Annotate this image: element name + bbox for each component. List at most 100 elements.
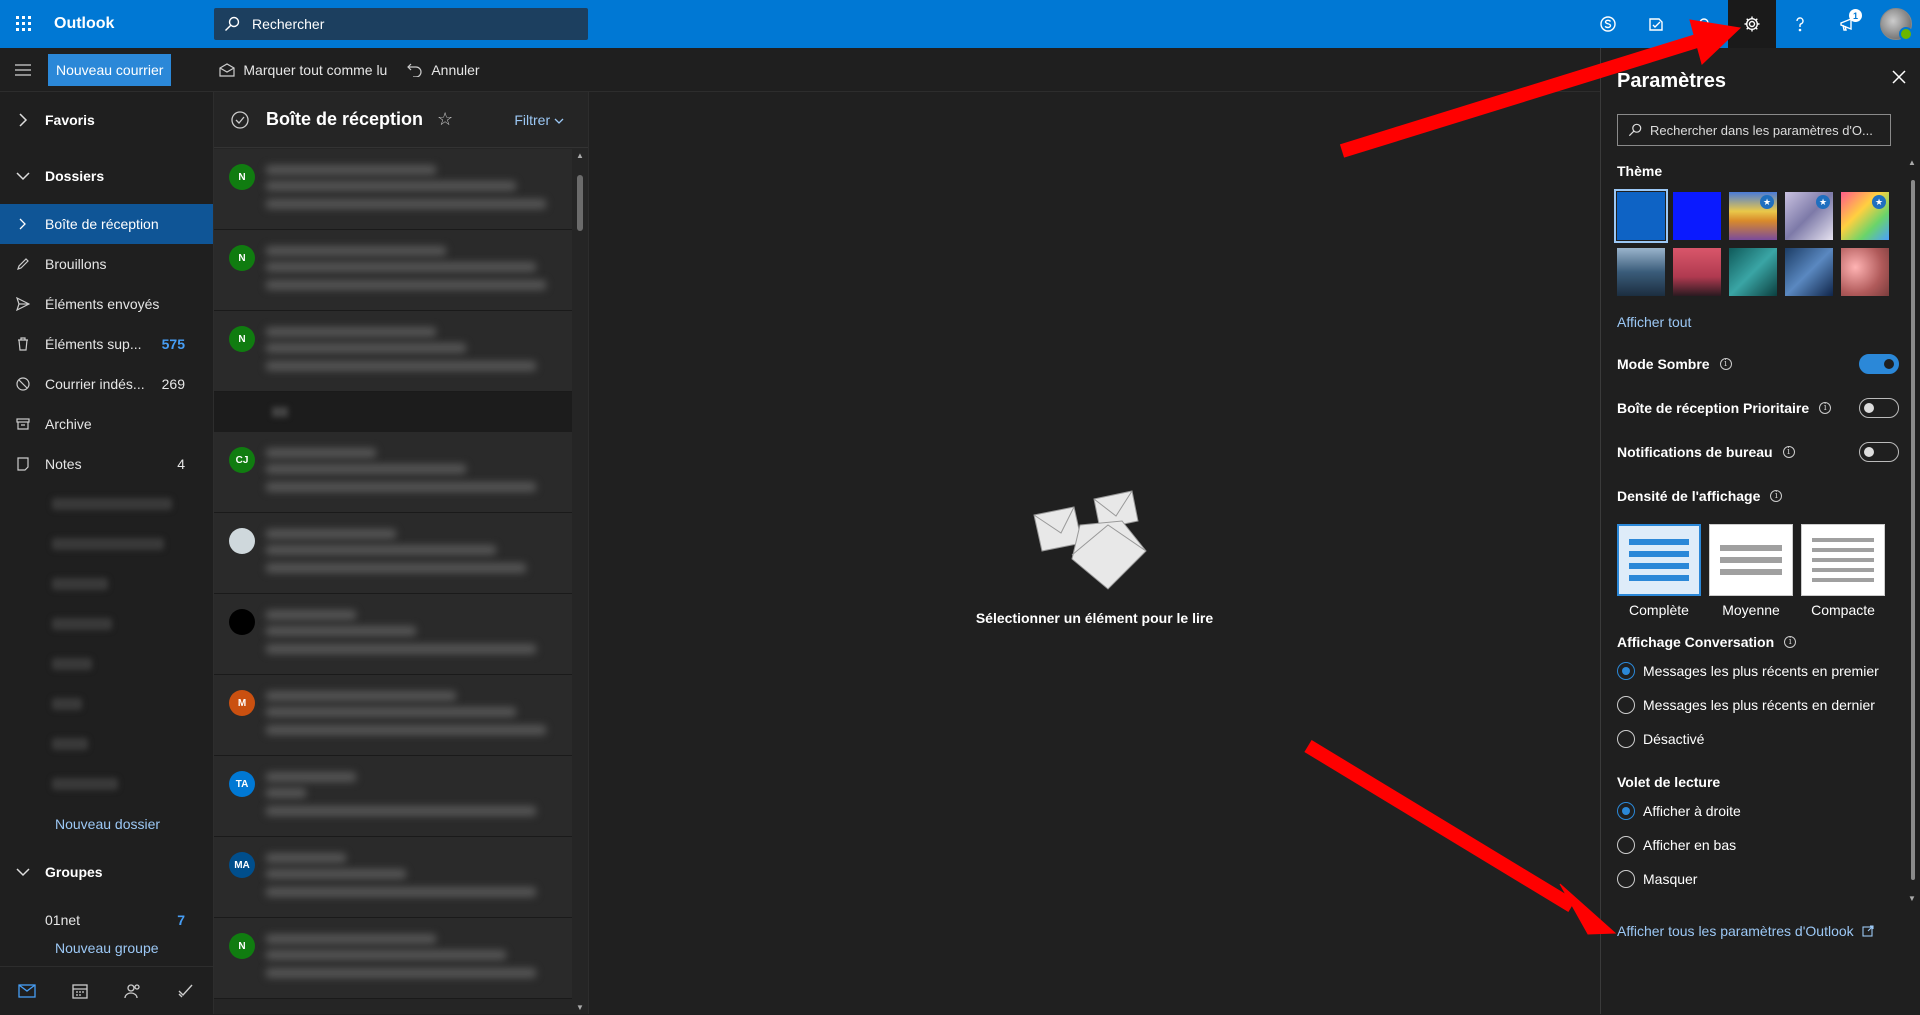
bell-icon[interactable] bbox=[1680, 0, 1728, 48]
theme-swatch[interactable] bbox=[1841, 248, 1889, 296]
reading-pane-option[interactable]: Afficher en bas bbox=[1617, 828, 1899, 862]
favorites-header[interactable]: Favoris bbox=[0, 92, 213, 148]
info-icon[interactable]: i bbox=[1784, 636, 1797, 648]
folder-item[interactable] bbox=[0, 644, 213, 684]
desktop-notifications-toggle[interactable] bbox=[1859, 442, 1899, 462]
settings-search-input[interactable]: Rechercher dans les paramètres d'O... bbox=[1617, 114, 1891, 146]
folder-inbox[interactable]: Boîte de réception bbox=[0, 204, 213, 244]
radio[interactable] bbox=[1617, 870, 1635, 888]
close-icon[interactable] bbox=[1892, 70, 1906, 89]
list-scrollbar[interactable]: ▲ ▼ bbox=[572, 149, 588, 1014]
folder-deleted[interactable]: Éléments sup... 575 bbox=[0, 324, 213, 364]
search-input[interactable]: Rechercher bbox=[214, 8, 588, 40]
radio[interactable] bbox=[1617, 836, 1635, 854]
avatar: CJ bbox=[229, 447, 255, 473]
list-item[interactable]: TA bbox=[214, 756, 572, 837]
theme-swatch[interactable] bbox=[1785, 248, 1833, 296]
select-all-icon[interactable] bbox=[214, 110, 266, 129]
show-all-themes-link[interactable]: Afficher tout bbox=[1617, 314, 1899, 330]
mark-all-read-button[interactable]: Marquer tout comme lu bbox=[219, 62, 387, 78]
conversation-option[interactable]: Désactivé bbox=[1617, 722, 1899, 756]
density-option-medium[interactable]: Moyenne bbox=[1709, 524, 1793, 618]
folder-item[interactable] bbox=[0, 684, 213, 724]
list-item[interactable] bbox=[214, 513, 572, 594]
folder-junk[interactable]: Courrier indés... 269 bbox=[0, 364, 213, 404]
envelopes-illustration bbox=[1033, 490, 1147, 590]
notes-icon bbox=[0, 457, 45, 471]
gear-icon[interactable] bbox=[1728, 0, 1776, 48]
list-item[interactable]: N bbox=[214, 149, 572, 230]
info-icon[interactable]: i bbox=[1819, 402, 1832, 414]
star-icon[interactable]: ☆ bbox=[437, 109, 453, 130]
list-item[interactable]: N bbox=[214, 230, 572, 311]
dark-mode-toggle[interactable] bbox=[1859, 354, 1899, 374]
filter-button[interactable]: Filtrer bbox=[514, 112, 564, 128]
tasks-icon[interactable] bbox=[159, 967, 212, 1015]
group-item[interactable]: 01net 7 bbox=[0, 900, 213, 940]
mail-icon[interactable] bbox=[0, 967, 53, 1015]
theme-swatch[interactable] bbox=[1614, 189, 1668, 243]
density-option-full[interactable]: Complète bbox=[1617, 524, 1701, 618]
list-item[interactable]: M bbox=[214, 675, 572, 756]
list-title: Boîte de réception bbox=[266, 109, 424, 129]
new-mail-button[interactable]: Nouveau courrier bbox=[48, 53, 172, 86]
focused-inbox-toggle[interactable] bbox=[1859, 398, 1899, 418]
folder-item[interactable] bbox=[0, 524, 213, 564]
folder-item[interactable] bbox=[0, 724, 213, 764]
todo-icon[interactable] bbox=[1632, 0, 1680, 48]
list-item[interactable]: N bbox=[214, 918, 572, 999]
folder-notes[interactable]: Notes 4 bbox=[0, 444, 213, 484]
theme-swatch[interactable] bbox=[1729, 248, 1777, 296]
undo-button[interactable]: Annuler bbox=[407, 62, 480, 78]
list-item[interactable]: CJ bbox=[214, 432, 572, 513]
conversation-option[interactable]: Messages les plus récents en dernier bbox=[1617, 688, 1899, 722]
folder-item[interactable] bbox=[0, 604, 213, 644]
list-item[interactable]: N bbox=[214, 311, 572, 392]
theme-swatch[interactable] bbox=[1673, 248, 1721, 296]
folder-sent[interactable]: Éléments envoyés bbox=[0, 284, 213, 324]
new-group-link[interactable]: Nouveau groupe bbox=[0, 940, 213, 960]
people-icon[interactable] bbox=[106, 967, 159, 1015]
folders-header[interactable]: Dossiers bbox=[0, 148, 213, 204]
theme-swatch[interactable]: ★ bbox=[1841, 192, 1889, 240]
radio-selected[interactable] bbox=[1617, 662, 1635, 680]
theme-swatch[interactable]: ★ bbox=[1785, 192, 1833, 240]
density-option-compact[interactable]: Compacte bbox=[1801, 524, 1885, 618]
list-item[interactable] bbox=[214, 594, 572, 675]
theme-swatch[interactable]: ★ bbox=[1729, 192, 1777, 240]
avatar[interactable] bbox=[1872, 0, 1920, 48]
feedback-icon[interactable]: 1 bbox=[1824, 0, 1872, 48]
reading-pane-option[interactable]: Afficher à droite bbox=[1617, 794, 1899, 828]
list-item[interactable]: MA bbox=[214, 837, 572, 918]
help-icon[interactable] bbox=[1776, 0, 1824, 48]
folder-drafts[interactable]: Brouillons bbox=[0, 244, 213, 284]
radio[interactable] bbox=[1617, 696, 1635, 714]
info-icon[interactable]: i bbox=[1782, 446, 1795, 458]
radio-selected[interactable] bbox=[1617, 802, 1635, 820]
conversation-option[interactable]: Messages les plus récents en premier bbox=[1617, 654, 1899, 688]
folder-item[interactable] bbox=[0, 484, 213, 524]
groups-header[interactable]: Groupes bbox=[0, 844, 213, 900]
block-icon bbox=[0, 377, 45, 391]
info-icon[interactable]: i bbox=[1770, 490, 1783, 502]
folder-item[interactable] bbox=[0, 764, 213, 804]
conversation-row: Affichage Conversation i bbox=[1617, 630, 1899, 654]
hamburger-icon[interactable] bbox=[0, 48, 46, 92]
desktop-notifications-row: Notifications de bureau i bbox=[1617, 440, 1899, 464]
skype-icon[interactable] bbox=[1584, 0, 1632, 48]
folder-archive[interactable]: Archive bbox=[0, 404, 213, 444]
reading-pane-option[interactable]: Masquer bbox=[1617, 862, 1899, 896]
theme-swatch[interactable] bbox=[1673, 192, 1721, 240]
all-settings-link[interactable]: Afficher tous les paramètres d'Outlook bbox=[1617, 923, 1874, 939]
info-icon[interactable]: i bbox=[1719, 358, 1732, 370]
app-launcher-icon[interactable] bbox=[0, 0, 48, 48]
settings-scrollbar[interactable]: ▲ ▼ bbox=[1908, 158, 1918, 903]
calendar-icon[interactable] bbox=[53, 967, 106, 1015]
theme-swatch[interactable] bbox=[1617, 248, 1665, 296]
app-brand[interactable]: Outlook bbox=[54, 15, 214, 33]
folder-item[interactable] bbox=[0, 564, 213, 604]
new-folder-link[interactable]: Nouveau dossier bbox=[0, 804, 213, 844]
avatar: MA bbox=[229, 852, 255, 878]
trash-icon bbox=[0, 337, 45, 351]
radio[interactable] bbox=[1617, 730, 1635, 748]
